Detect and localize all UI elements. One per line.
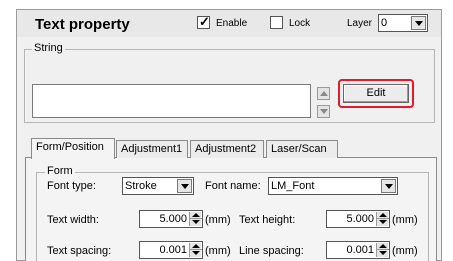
panel-header: Text property ✓ Enable Lock Layer 0 [17, 10, 441, 37]
line-spacing-spinner[interactable] [376, 243, 389, 257]
font-type-value: Stroke [125, 180, 157, 192]
line-spacing-value: 0.001 [346, 244, 374, 256]
line-spacing-unit: (mm) [392, 245, 418, 257]
enable-checkbox[interactable]: ✓ [197, 14, 210, 29]
chevron-down-icon [385, 184, 393, 189]
string-group-title: String [32, 42, 65, 54]
spin-down-icon [379, 220, 387, 224]
text-height-value: 5.000 [346, 213, 374, 225]
spin-up-icon [192, 213, 200, 217]
font-name-value: LM_Font [271, 180, 315, 192]
font-type-select[interactable]: Stroke [122, 177, 194, 195]
tab-laser-scan[interactable]: Laser/Scan [266, 140, 338, 158]
edit-button[interactable]: Edit [343, 84, 409, 103]
lock-checkbox[interactable] [270, 16, 283, 29]
form-group-title: Form [45, 165, 75, 177]
line-spacing-input[interactable]: 0.001 [326, 241, 390, 259]
text-width-label: Text width: [47, 214, 99, 226]
text-width-value: 5.000 [159, 213, 187, 225]
text-height-input[interactable]: 5.000 [326, 210, 390, 228]
scroll-down-button[interactable] [317, 105, 330, 118]
arrow-up-icon [320, 91, 328, 96]
layer-label: Layer [347, 18, 373, 29]
chevron-down-icon [181, 184, 189, 189]
spin-down-icon [192, 251, 200, 255]
spin-up-icon [192, 244, 200, 248]
panel-title: Text property [35, 16, 130, 33]
tab-adjustment1[interactable]: Adjustment1 [116, 140, 188, 158]
text-width-unit: (mm) [205, 214, 231, 226]
string-input[interactable] [32, 84, 311, 118]
scroll-up-button[interactable] [317, 87, 330, 100]
enable-label: Enable [216, 18, 248, 29]
checkmark-icon: ✓ [199, 14, 210, 29]
text-spacing-input[interactable]: 0.001 [139, 241, 203, 259]
spin-down-icon [379, 251, 387, 255]
layer-dropdown-button[interactable] [411, 16, 426, 30]
font-name-label: Font name: [205, 180, 261, 192]
font-type-label: Font type: [47, 180, 96, 192]
text-spacing-value: 0.001 [159, 244, 187, 256]
text-height-label: Text height: [239, 214, 296, 226]
tab-form-position[interactable]: Form/Position [31, 138, 115, 159]
font-type-dropdown-button[interactable] [177, 179, 192, 193]
spin-down-icon [192, 220, 200, 224]
arrow-down-icon [320, 109, 328, 114]
chevron-down-icon [415, 21, 423, 26]
text-height-unit: (mm) [392, 214, 418, 226]
text-width-spinner[interactable] [189, 212, 202, 226]
font-name-dropdown-button[interactable] [381, 179, 396, 193]
text-spacing-unit: (mm) [205, 245, 231, 257]
font-name-select[interactable]: LM_Font [268, 177, 398, 195]
lock-label: Lock [289, 18, 311, 29]
spin-up-icon [379, 244, 387, 248]
spin-up-icon [379, 213, 387, 217]
text-spacing-label: Text spacing: [47, 245, 112, 257]
text-spacing-spinner[interactable] [189, 243, 202, 257]
line-spacing-label: Line spacing: [239, 245, 304, 257]
layer-value: 0 [381, 17, 388, 29]
layer-select[interactable]: 0 [378, 14, 428, 32]
text-width-input[interactable]: 5.000 [139, 210, 203, 228]
tab-adjustment2[interactable]: Adjustment2 [190, 140, 264, 158]
text-height-spinner[interactable] [376, 212, 389, 226]
